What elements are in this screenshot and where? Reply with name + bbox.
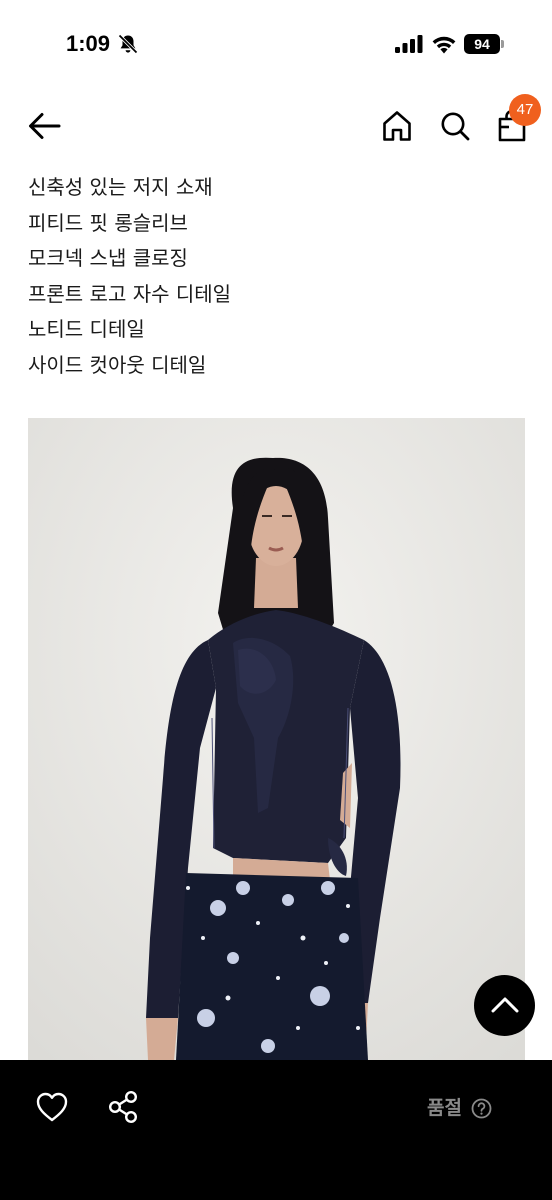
description-line: 노티드 디테일 — [28, 317, 145, 342]
description-line: 프론트 로고 자수 디테일 — [28, 281, 232, 306]
sold-out-label: 품절 — [427, 1097, 462, 1119]
share-button[interactable] — [106, 1089, 140, 1125]
status-time: 1:09 — [66, 31, 111, 56]
status-bar: 1:09 94 — [0, 0, 552, 90]
scroll-to-top-button[interactable] — [474, 975, 535, 1036]
product-image — [28, 418, 525, 1060]
share-icon — [108, 1090, 138, 1124]
bell-slash-icon — [118, 34, 138, 54]
battery-level: 94 — [464, 34, 500, 54]
battery-tip — [501, 40, 504, 48]
question-circle-icon — [471, 1098, 492, 1118]
sold-out-status[interactable]: 품절 — [427, 1095, 492, 1121]
like-button[interactable] — [34, 1090, 70, 1124]
cart-count-badge: 47 — [509, 94, 541, 126]
cellular-signal-icon — [395, 35, 423, 53]
search-button[interactable] — [438, 108, 472, 144]
back-button[interactable] — [22, 106, 66, 146]
description-line: 피티드 핏 롱슬리브 — [28, 210, 188, 235]
bottom-action-bar: 품절 — [0, 1060, 552, 1200]
arrow-left-icon — [29, 113, 61, 139]
description-line: 신축성 있는 저지 소재 — [28, 175, 213, 199]
app-header — [0, 96, 552, 160]
home-button[interactable] — [380, 108, 414, 144]
product-description: 신축성 있는 저지 소재 피티드 핏 롱슬리브 모크넥 스냅 클로징 프론트 로… — [28, 170, 528, 384]
battery-icon: 94 — [464, 34, 504, 54]
description-line: 사이드 컷아웃 디테일 — [28, 352, 207, 377]
chevron-up-icon — [491, 997, 519, 1013]
home-icon — [383, 111, 411, 141]
search-icon — [441, 112, 470, 141]
wifi-icon — [432, 36, 456, 54]
description-line: 모크넥 스냅 클로징 — [28, 246, 188, 271]
heart-icon — [36, 1092, 68, 1122]
